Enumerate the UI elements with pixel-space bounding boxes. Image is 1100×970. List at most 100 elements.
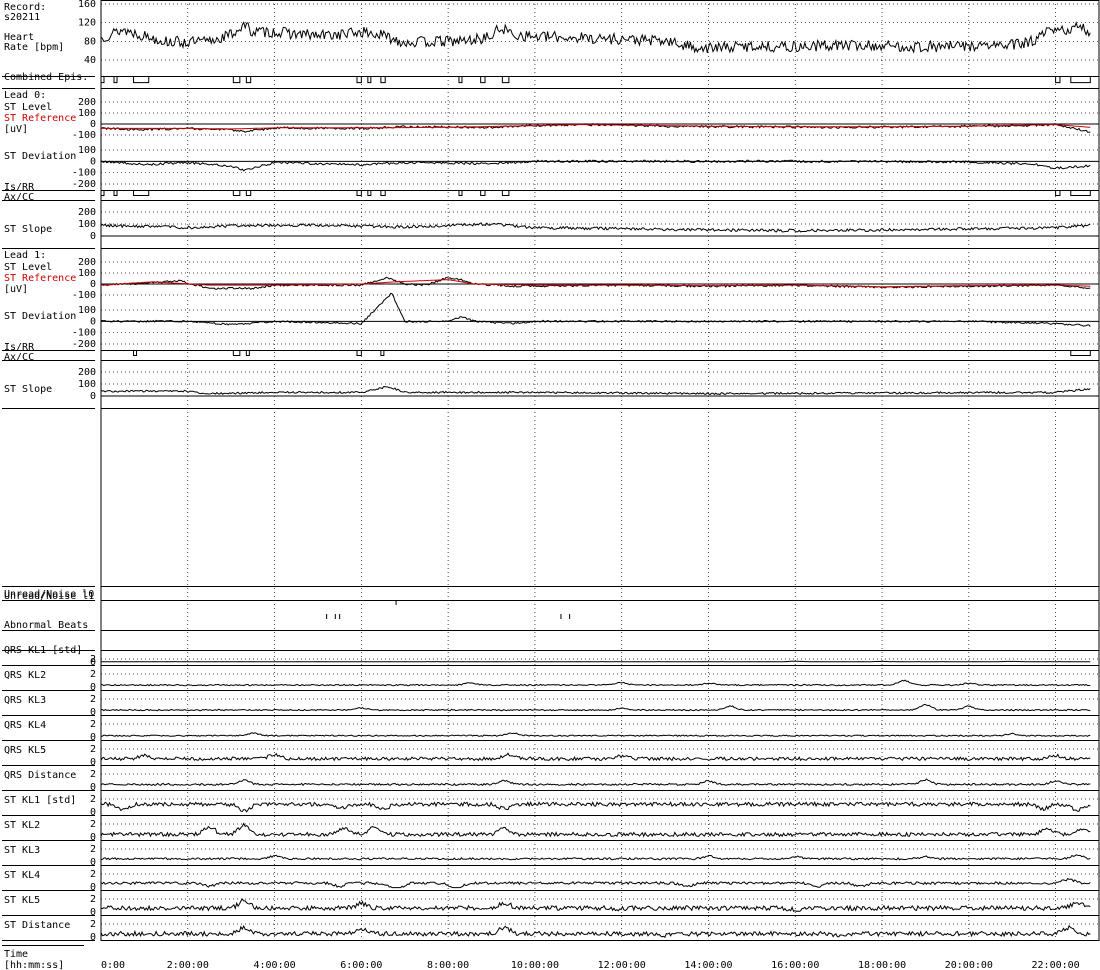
y-tick-label: 100 <box>78 379 96 390</box>
y-tick-label: 200 <box>78 97 96 108</box>
y-tick-label: 2 <box>90 769 96 780</box>
y-tick-label: 0 <box>90 279 96 290</box>
y-tick-label: 0 <box>90 782 96 793</box>
y-tick-label: 0 <box>90 907 96 918</box>
y-tick-label: 0 <box>90 231 96 242</box>
row-label: ST Slope <box>4 224 52 235</box>
y-tick-label: 0 <box>90 757 96 768</box>
y-tick-label: -100 <box>72 168 96 179</box>
y-tick-label: 100 <box>78 219 96 230</box>
row-lead0-isrr <box>2 190 1099 201</box>
row-qrs-kl1 <box>2 658 1099 666</box>
record-id: s20211 <box>4 12 40 23</box>
y-tick-label: 0 <box>90 156 96 167</box>
row-label: QRS KL5 <box>4 745 46 756</box>
x-tick-label: 8:00:00 <box>427 960 469 970</box>
row-st-kl4 <box>2 873 1099 891</box>
kl-trace <box>100 778 1091 787</box>
y-tick-label: 2 <box>90 794 96 805</box>
row-lead1-slope <box>2 371 1099 409</box>
row-label: QRS KL4 <box>4 720 46 731</box>
y-tick-label: -100 <box>72 328 96 339</box>
y-tick-label: 2 <box>90 894 96 905</box>
y-tick-label: 2 <box>90 719 96 730</box>
y-tick-label: 200 <box>78 367 96 378</box>
row-label: ST Reference <box>4 273 76 284</box>
row-qrs-kl3 <box>2 698 1099 716</box>
x-axis-label: Time <box>4 949 28 960</box>
plot-frame <box>100 0 1100 941</box>
row-label: QRS KL2 <box>4 670 46 681</box>
row-qrs-kl2 <box>2 673 1099 691</box>
row-noise1 <box>2 600 1099 631</box>
y-tick-label: 0 <box>90 882 96 893</box>
y-tick-label: 120 <box>78 18 96 29</box>
row-label: Unread/Noise l1 <box>4 591 94 602</box>
x-tick-label: 12:00:00 <box>598 960 646 970</box>
y-tick-label: -200 <box>72 179 96 190</box>
row-label: ST Slope <box>4 384 52 395</box>
heart-rate-trace <box>100 21 1091 54</box>
row-label: ST KL4 <box>4 870 40 881</box>
y-tick-label: 0 <box>90 932 96 943</box>
y-tick-label: 2 <box>90 744 96 755</box>
row-hr <box>2 3 1099 77</box>
y-tick-label: 2 <box>90 694 96 705</box>
kl-trace <box>100 924 1091 938</box>
row-lead1-isrr <box>2 350 1099 361</box>
x-tick-label: 10:00:00 <box>511 960 559 970</box>
y-tick-label: 200 <box>78 207 96 218</box>
row-label: [uV] <box>4 124 28 135</box>
row-label: ST Reference <box>4 113 76 124</box>
row-label: Lead 0: <box>4 90 46 101</box>
y-tick-label: 0 <box>90 832 96 843</box>
x-tick-label: 0:00 <box>101 960 125 970</box>
st-level-trace <box>100 276 1091 290</box>
kl-trace <box>101 679 1091 687</box>
y-tick-label: 200 <box>78 257 96 268</box>
x-axis-label: [hh:mm:ss] <box>4 960 64 970</box>
row-st-kl3 <box>2 848 1099 866</box>
row-qrs-kl5 <box>2 748 1099 766</box>
y-tick-label: 0 <box>90 119 96 130</box>
row-lead0 <box>2 101 1099 191</box>
st-slope-trace <box>100 385 1091 396</box>
row-label: Combined Epis. <box>4 72 88 83</box>
kl-trace <box>100 801 1091 813</box>
x-tick-label: 20:00:00 <box>945 960 993 970</box>
st-analysis-chart: Record:s20211HeartRate [bpm]1601208040Co… <box>2 0 1100 970</box>
y-tick-label: -200 <box>72 339 96 350</box>
x-tick-label: 18:00:00 <box>858 960 906 970</box>
row-label: ST KL3 <box>4 845 40 856</box>
row-label: [uV] <box>4 284 28 295</box>
row-label: Abnormal Beats <box>4 620 88 631</box>
kl-trace <box>100 703 1091 712</box>
row-epis <box>2 76 1099 89</box>
y-tick-label: 80 <box>84 36 96 47</box>
y-tick-label: 2 <box>90 869 96 880</box>
row-abnormal <box>2 614 1099 651</box>
row-lead1 <box>2 261 1099 351</box>
row-label: ST Distance <box>4 920 70 931</box>
x-tick-label: 22:00:00 <box>1032 960 1080 970</box>
y-tick-label: 2 <box>90 669 96 680</box>
row-qrs-kl4 <box>2 723 1099 741</box>
kl-trace <box>100 752 1091 762</box>
row-lead0-slope <box>2 211 1099 249</box>
row-label: ST KL5 <box>4 895 40 906</box>
row-label: QRS KL1 [std] <box>4 645 82 656</box>
y-tick-label: 0 <box>90 707 96 718</box>
kl-trace <box>100 822 1091 838</box>
kl-trace <box>101 732 1091 737</box>
kl-trace <box>100 877 1091 889</box>
y-tick-label: 0 <box>90 391 96 402</box>
row-label: Ax/CC <box>4 192 34 203</box>
row-label: ST Level <box>4 262 52 273</box>
kl-trace <box>100 898 1091 912</box>
y-tick-label: 160 <box>78 0 96 10</box>
y-tick-label: -100 <box>72 130 96 141</box>
row-label: ST KL1 [std] <box>4 795 76 806</box>
kl-trace <box>100 660 1091 663</box>
row-st-kl5 <box>2 898 1099 916</box>
y-tick-label: 0 <box>90 807 96 818</box>
